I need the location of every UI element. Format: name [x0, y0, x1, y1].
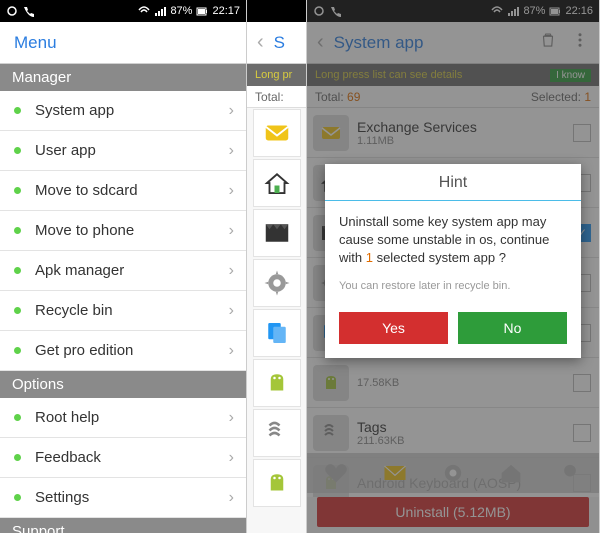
screen-menu: 87% 22:17 Menu ManagerSystem app›User ap… [0, 0, 247, 533]
chevron-right-icon: › [229, 222, 234, 240]
app-icon[interactable] [253, 109, 301, 157]
chevron-right-icon: › [229, 449, 234, 467]
bullet-icon [14, 307, 21, 314]
app-header: ‹ S [247, 22, 306, 64]
screen-list-sliver: ‹ S Long pr Total: [247, 0, 307, 533]
menu-item-label: User app [35, 142, 96, 159]
status-bar [247, 0, 306, 22]
dialog-no-button[interactable]: No [458, 312, 567, 344]
chevron-right-icon: › [229, 489, 234, 507]
signal-icon [154, 5, 166, 17]
chevron-right-icon: › [229, 262, 234, 280]
chevron-right-icon: › [229, 102, 234, 120]
menu-item[interactable]: Get pro edition › [0, 331, 246, 371]
menu-item[interactable]: Move to phone › [0, 211, 246, 251]
menu-item[interactable]: System app › [0, 91, 246, 131]
battery-icon [196, 5, 208, 17]
app-icon[interactable] [253, 209, 301, 257]
phone-icon [22, 5, 34, 17]
wifi-icon [138, 5, 150, 17]
menu-item[interactable]: Move to sdcard › [0, 171, 246, 211]
chevron-right-icon: › [229, 142, 234, 160]
hint-bar: Long pr [247, 64, 306, 86]
dialog-title: Hint [325, 164, 581, 201]
bullet-icon [14, 454, 21, 461]
menu-item-label: Get pro edition [35, 342, 133, 359]
section-header: Options [0, 371, 246, 398]
total-bar: Total: [247, 86, 306, 108]
app-icon[interactable] [253, 409, 301, 457]
menu-item-label: Recycle bin [35, 302, 113, 319]
hint-dialog: Hint Uninstall some key system app may c… [325, 164, 581, 358]
menu-item-label: Apk manager [35, 262, 124, 279]
menu-item[interactable]: User app › [0, 131, 246, 171]
battery-pct: 87% [170, 5, 192, 17]
menu-item-label: System app [35, 102, 114, 119]
header-title-cut: S [274, 33, 285, 53]
bullet-icon [14, 414, 21, 421]
section-header: Support [0, 518, 246, 533]
menu-item-label: Move to phone [35, 222, 134, 239]
app-icon[interactable] [253, 309, 301, 357]
dialog-body: Uninstall some key system app may cause … [325, 201, 581, 280]
chevron-right-icon: › [229, 182, 234, 200]
bullet-icon [14, 267, 21, 274]
menu-item[interactable]: Feedback › [0, 438, 246, 478]
clock: 22:17 [212, 5, 240, 17]
bullet-icon [14, 107, 21, 114]
dialog-yes-button[interactable]: Yes [339, 312, 448, 344]
menu-item[interactable]: Settings › [0, 478, 246, 518]
menu-item[interactable]: Recycle bin › [0, 291, 246, 331]
menu-item-label: Root help [35, 409, 99, 426]
bullet-icon [14, 187, 21, 194]
chevron-right-icon: › [229, 409, 234, 427]
menu-item-label: Settings [35, 489, 89, 506]
app-icon[interactable] [253, 259, 301, 307]
status-bar: 87% 22:17 [0, 0, 246, 22]
bullet-icon [14, 347, 21, 354]
camera-icon [6, 5, 18, 17]
menu-item-label: Feedback [35, 449, 101, 466]
menu-item[interactable]: Root help › [0, 398, 246, 438]
app-icon[interactable] [253, 159, 301, 207]
app-icon[interactable] [253, 359, 301, 407]
app-icon[interactable] [253, 459, 301, 507]
bullet-icon [14, 494, 21, 501]
section-header: Manager [0, 64, 246, 91]
chevron-right-icon: › [229, 342, 234, 360]
chevron-right-icon: › [229, 302, 234, 320]
bullet-icon [14, 227, 21, 234]
back-icon[interactable]: ‹ [257, 31, 264, 54]
dialog-note: You can restore later in recycle bin. [325, 280, 581, 304]
menu-item-label: Move to sdcard [35, 182, 138, 199]
menu-item[interactable]: Apk manager › [0, 251, 246, 291]
bullet-icon [14, 147, 21, 154]
menu-title: Menu [0, 22, 246, 64]
screen-system-app: 87% 22:16 ‹ System app Long press list c… [307, 0, 600, 533]
